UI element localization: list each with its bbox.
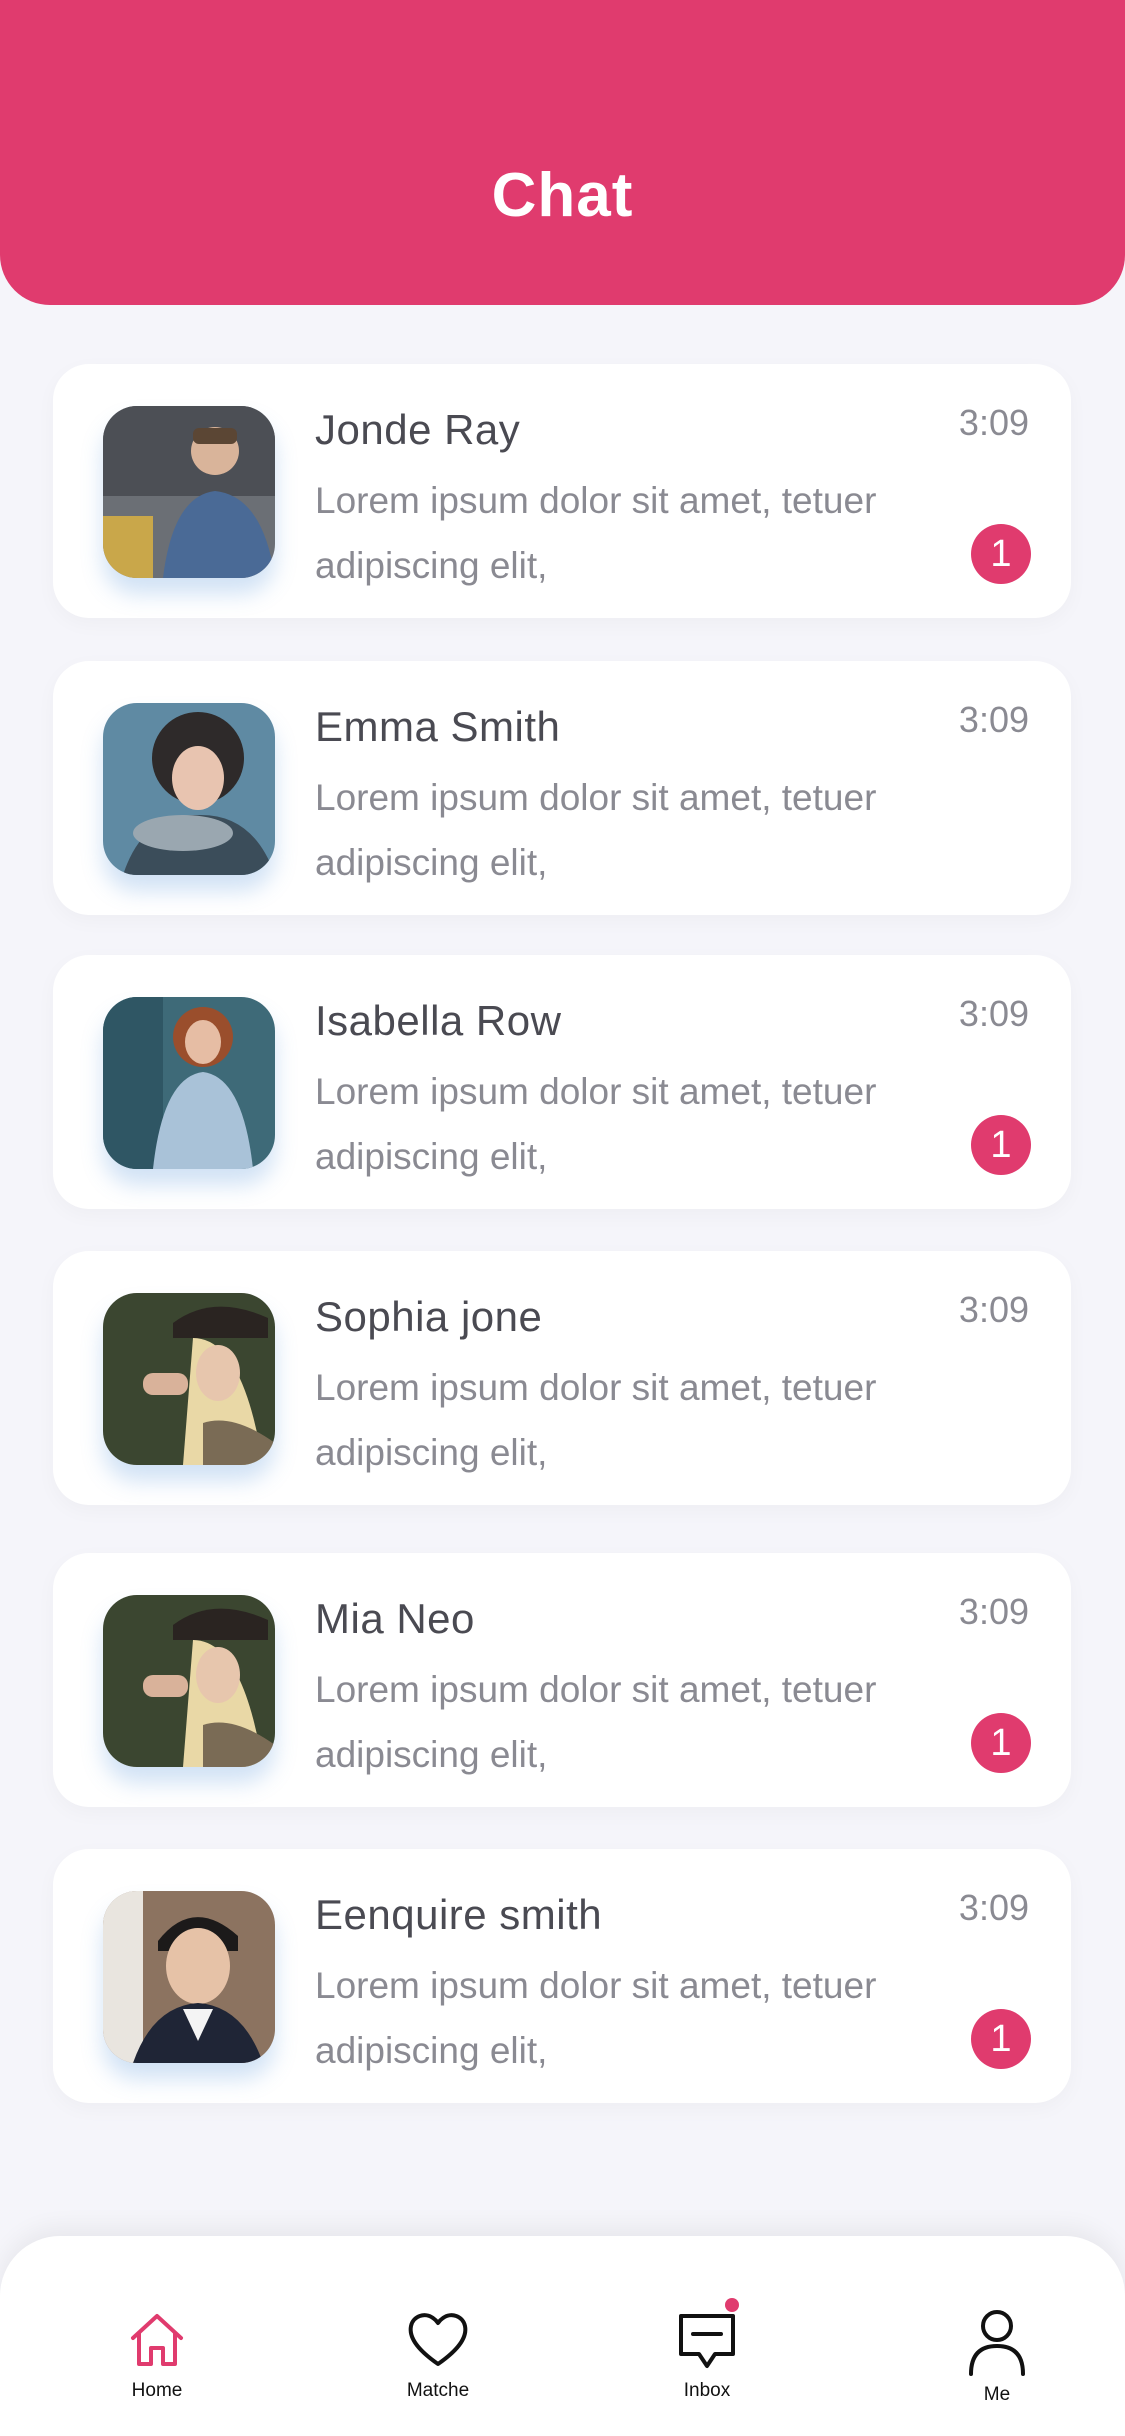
heart-icon — [408, 2313, 468, 2366]
avatar[interactable] — [103, 1595, 275, 1767]
chat-item[interactable]: Jonde Ray Lorem ipsum dolor sit amet, te… — [53, 364, 1071, 618]
chat-item[interactable]: Mia Neo Lorem ipsum dolor sit amet, tetu… — [53, 1553, 1071, 1807]
contact-name: Sophia jone — [315, 1293, 543, 1340]
message-time: 3:09 — [958, 402, 1029, 443]
message-time: 3:09 — [958, 993, 1029, 1034]
message-time: 3:09 — [958, 1591, 1029, 1632]
contact-name: Jonde Ray — [315, 406, 521, 453]
tab-label: Inbox — [683, 2380, 731, 2401]
inbox-icon — [679, 2314, 735, 2368]
message-preview: Lorem ipsum dolor sit amet, tetuer adipi… — [315, 1367, 877, 1473]
message-preview: Lorem ipsum dolor sit amet, tetuer adipi… — [315, 1965, 877, 2071]
tab-me[interactable]: Me — [922, 2308, 1072, 2418]
unread-badge: 1 — [971, 1115, 1031, 1175]
contact-name: Isabella Row — [315, 997, 562, 1044]
tab-home[interactable]: Home — [82, 2308, 232, 2418]
message-preview: Lorem ipsum dolor sit amet, tetuer adipi… — [315, 1669, 877, 1775]
unread-badge: 1 — [971, 2009, 1031, 2069]
tab-inbox[interactable]: Inbox — [632, 2298, 782, 2418]
unread-badge: 1 — [971, 1713, 1031, 1773]
avatar[interactable] — [103, 703, 275, 875]
chat-item[interactable]: Emma Smith Lorem ipsum dolor sit amet, t… — [53, 661, 1071, 915]
contact-name: Mia Neo — [315, 1595, 475, 1642]
page-title: Chat — [491, 161, 634, 230]
chat-item[interactable]: Eenquire smith Lorem ipsum dolor sit ame… — [53, 1849, 1071, 2103]
home-icon — [131, 2314, 183, 2366]
chat-item[interactable]: Isabella Row Lorem ipsum dolor sit amet,… — [53, 955, 1071, 1209]
contact-name: Eenquire smith — [315, 1891, 603, 1938]
tab-label: Matche — [406, 2380, 470, 2401]
notification-dot — [725, 2298, 739, 2312]
message-preview: Lorem ipsum dolor sit amet, tetuer adipi… — [315, 777, 877, 883]
avatar[interactable] — [103, 1891, 275, 2063]
message-preview: Lorem ipsum dolor sit amet, tetuer adipi… — [315, 480, 877, 586]
unread-badge: 1 — [971, 524, 1031, 584]
header-bar: Chat — [0, 0, 1125, 305]
tab-matche[interactable]: Matche — [363, 2308, 513, 2418]
message-time: 3:09 — [958, 699, 1029, 740]
bottom-tab-bar: Home Matche Inbox Me — [0, 2236, 1125, 2436]
avatar[interactable] — [103, 1293, 275, 1465]
avatar[interactable] — [103, 997, 275, 1169]
chat-item[interactable]: Sophia jone Lorem ipsum dolor sit amet, … — [53, 1251, 1071, 1505]
message-preview: Lorem ipsum dolor sit amet, tetuer adipi… — [315, 1071, 877, 1177]
tab-label: Home — [131, 2380, 183, 2401]
avatar[interactable] — [103, 406, 275, 578]
tab-label: Me — [983, 2384, 1011, 2405]
message-time: 3:09 — [958, 1289, 1029, 1330]
message-time: 3:09 — [958, 1887, 1029, 1928]
contact-name: Emma Smith — [315, 703, 561, 750]
person-icon — [969, 2310, 1025, 2376]
